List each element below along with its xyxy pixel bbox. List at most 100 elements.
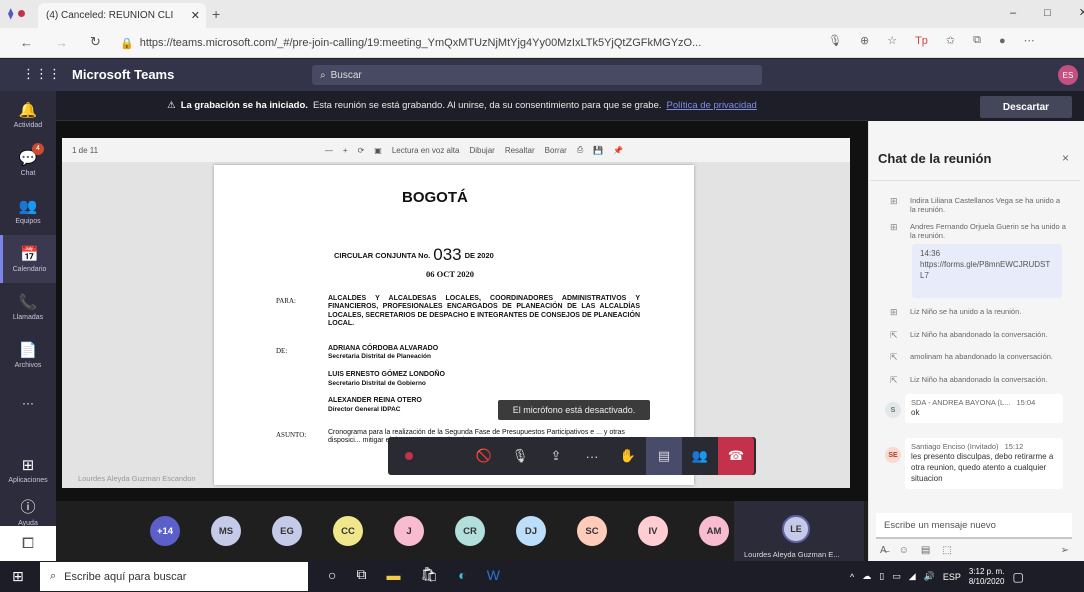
word-icon[interactable]: W (487, 567, 500, 583)
gif-icon[interactable]: ▤ (921, 545, 930, 556)
zoom-icon[interactable]: ⊕ (860, 34, 869, 47)
maximize-button[interactable]: □ (1044, 7, 1051, 19)
participant-avatar[interactable]: CC (333, 516, 363, 546)
chat-close-button[interactable]: × (1062, 151, 1069, 165)
user-avatar[interactable]: ES (1058, 65, 1078, 85)
warning-icon: ⚠ (167, 100, 176, 111)
emoji-icon[interactable]: ☺ (899, 545, 909, 556)
page-indicator[interactable]: 1 de 11 (72, 146, 98, 155)
rail-item-calls[interactable]: 📞 Llamadas (0, 283, 56, 331)
tab-close-icon[interactable]: ✕ (191, 9, 206, 22)
tray-expand-icon[interactable]: ^ (850, 572, 854, 582)
rail-item-files[interactable]: 📄 Archivos (0, 331, 56, 379)
app-launcher-icon[interactable]: ⋮⋮⋮ (22, 66, 61, 82)
notifications-icon[interactable]: ▢ (1012, 570, 1023, 584)
rail-item-calendar[interactable]: 📅 Calendario (0, 235, 56, 283)
chat-system-message: ⇱ Liz Niño ha abandonado la conversación. (890, 375, 1066, 386)
windows-start-icon[interactable]: ⊞ (12, 568, 24, 585)
record-icon[interactable] (388, 437, 430, 475)
browser-tab[interactable]: (4) Canceled: REUNION CLI ✕ (38, 3, 206, 28)
cloud-icon[interactable]: ☁ (862, 571, 871, 582)
back-arrow-icon[interactable]: ← (20, 35, 33, 50)
participant-avatar[interactable]: IV (638, 516, 668, 546)
rotate-icon[interactable]: ⟳ (358, 146, 365, 155)
chat-link-message: 14:36 https://forms.gle/P8mnEWCJRUDSTL7 (912, 244, 1062, 298)
edge-icon[interactable]: ◐ (458, 567, 466, 583)
extension-icon[interactable]: Tp (915, 35, 928, 47)
leave-icon: ⇱ (890, 330, 898, 340)
privacy-policy-link[interactable]: Política de privacidad (667, 100, 757, 111)
discard-button[interactable]: Descartar (980, 96, 1072, 118)
pin-icon[interactable]: 📌 (613, 146, 623, 155)
message-meta: Santiago Enciso (Invitado) 15:12 (911, 442, 1057, 452)
rail-item-teams[interactable]: 👥 Equipos (0, 187, 56, 235)
forms-link[interactable]: https://forms.gle/P8mnEWCJRUDSTL7 (920, 260, 1054, 282)
active-speaker-tile[interactable]: LE Lourdes Aleyda Guzman E... (734, 501, 864, 561)
search-placeholder: Buscar (330, 69, 362, 81)
usb-icon[interactable]: ▯ (879, 571, 884, 582)
wifi-icon[interactable]: ◢ (909, 571, 916, 582)
more-actions-icon[interactable]: ··· (574, 437, 610, 475)
erase-button[interactable]: Borrar (545, 146, 567, 155)
clock-time: 3:12 p. m. (968, 567, 1005, 576)
participant-avatar[interactable]: MS (211, 516, 241, 546)
camera-off-icon[interactable]: 🚫 (466, 437, 502, 475)
participant-avatar[interactable]: CR (455, 516, 485, 546)
window-controls: – □ ✕ (1010, 6, 1084, 20)
task-view-icon[interactable]: ⧉ (356, 566, 366, 583)
circular-heading: CIRCULAR CONJUNTA No. 033 DE 2020 (334, 245, 494, 265)
new-tab-button[interactable]: + (212, 6, 220, 22)
url-field[interactable]: 🔒 https://teams.microsoft.com/_#/pre-joi… (120, 32, 820, 54)
participant-avatar[interactable]: AM (699, 516, 729, 546)
minimize-button[interactable]: – (1010, 7, 1016, 19)
search-input[interactable]: ⌕ Buscar (312, 65, 762, 85)
settings-menu-icon[interactable]: ⋯ (1024, 34, 1035, 47)
cortana-icon[interactable]: ○ (328, 567, 336, 583)
rail-item-chat[interactable]: 💬 Chat 4 (0, 139, 56, 187)
battery-icon[interactable]: ▭ (892, 571, 901, 582)
clock[interactable]: 3:12 p. m. 8/10/2020 (969, 567, 1005, 586)
rail-item-device[interactable]: ⧠ (0, 526, 56, 561)
save-icon[interactable]: 💾 (593, 146, 603, 155)
read-aloud-button[interactable]: Lectura en voz alta (392, 146, 460, 155)
forward-arrow-icon[interactable]: → (55, 35, 68, 50)
close-window-button[interactable]: ✕ (1079, 6, 1084, 19)
hangup-button[interactable]: ☎ (718, 437, 754, 475)
file-explorer-icon[interactable]: ▬ (386, 567, 400, 583)
mic-off-icon[interactable]: 🎙 (502, 437, 538, 475)
send-icon[interactable]: ➢ (1061, 545, 1075, 556)
compose-input[interactable]: Escribe un mensaje nuevo (876, 513, 1072, 539)
zoom-in-button[interactable]: + (343, 146, 348, 155)
message-text: Liz Niño ha abandonado la conversación. (910, 375, 1048, 384)
favorite-star-icon[interactable]: ☆ (887, 34, 897, 47)
fit-page-icon[interactable]: ▣ (374, 146, 382, 155)
participant-avatar[interactable]: SC (577, 516, 607, 546)
highlight-button[interactable]: Resaltar (505, 146, 535, 155)
participant-avatar[interactable]: +14 (150, 516, 180, 546)
format-icon[interactable]: A̶ (880, 545, 887, 556)
rail-item-more[interactable]: ··· (0, 379, 56, 427)
chat-toggle-icon[interactable]: ▤ (646, 437, 682, 475)
raise-hand-icon[interactable]: ✋ (610, 437, 646, 475)
participants-icon[interactable]: 👥 (682, 437, 718, 475)
message-text: Liz Niño se ha unido a la reunión. (910, 307, 1022, 316)
print-icon[interactable]: ⎙ (577, 145, 583, 155)
volume-icon[interactable]: 🔊 (924, 571, 935, 582)
draw-button[interactable]: Dibujar (469, 146, 494, 155)
nav-buttons: ← → ↻ (20, 34, 101, 50)
rail-item-activity[interactable]: 🔔 Actividad (0, 91, 56, 139)
store-icon[interactable]: 🛍 (420, 566, 438, 583)
participant-avatar[interactable]: J (394, 516, 424, 546)
favorites-bar-icon[interactable]: ✩ (946, 34, 955, 47)
participant-avatar[interactable]: DJ (516, 516, 546, 546)
profile-icon[interactable]: ● (999, 35, 1006, 47)
taskbar-search[interactable]: ⌕ Escribe aquí para buscar (40, 562, 308, 591)
share-icon[interactable]: ⇪ (538, 437, 574, 475)
participant-avatar[interactable]: EG (272, 516, 302, 546)
refresh-icon[interactable]: ↻ (90, 34, 101, 50)
zoom-out-button[interactable]: — (325, 146, 333, 155)
sticker-icon[interactable]: ⬚ (942, 545, 951, 556)
collections-icon[interactable]: ⧉ (973, 34, 981, 47)
language-indicator[interactable]: ESP (943, 572, 961, 582)
mic-permission-icon[interactable]: 🎙 (828, 34, 842, 47)
